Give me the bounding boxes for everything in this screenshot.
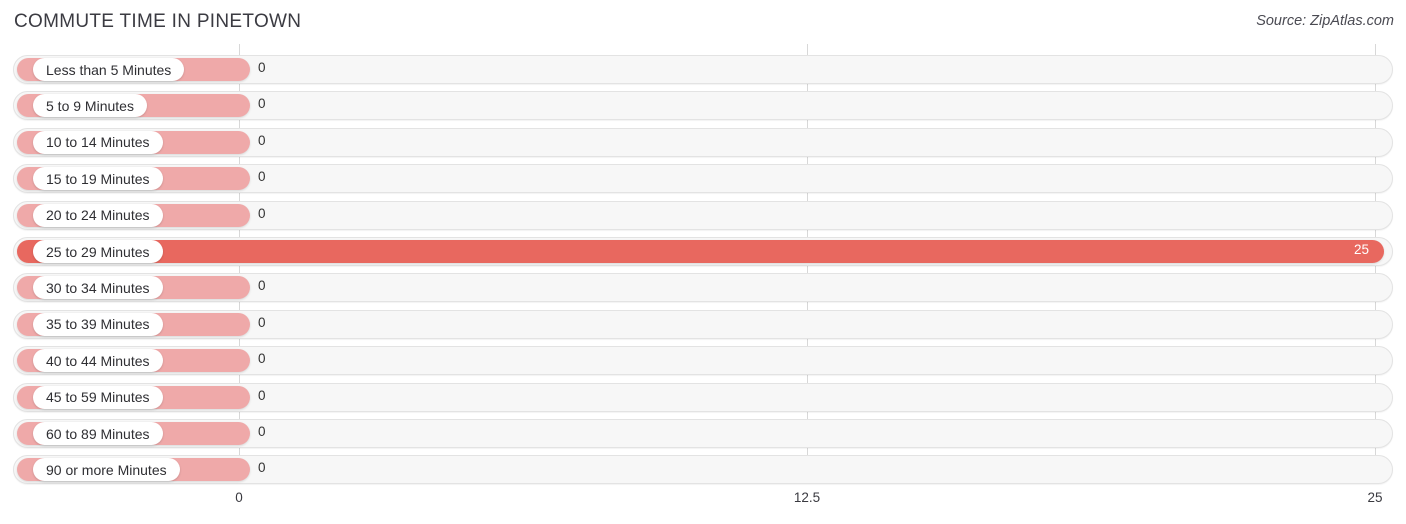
bar-row[interactable]: 90 or more Minutes 0 (13, 455, 1393, 485)
x-tick-label: 0 (235, 490, 243, 505)
bar-value-label: 0 (258, 387, 266, 403)
bar-category-label: 15 to 19 Minutes (33, 167, 163, 191)
bar-value-label: 0 (258, 132, 266, 148)
bar-category-label: 40 to 44 Minutes (33, 349, 163, 373)
bar-category-label: 35 to 39 Minutes (33, 312, 163, 336)
bar-value-label: 0 (258, 205, 266, 221)
bar-value-label: 0 (258, 278, 266, 294)
bar-value-label: 0 (258, 169, 266, 185)
bar-row[interactable]: 25 to 29 Minutes 25 (13, 237, 1393, 266)
bar-category-label-text: 90 or more Minutes (46, 461, 167, 478)
bar-row[interactable]: Less than 5 Minutes 0 (13, 55, 1393, 84)
bar-category-label: 60 to 89 Minutes (33, 422, 163, 445)
bar-category-label-text: 15 to 19 Minutes (46, 170, 150, 187)
chart-header: COMMUTE TIME IN PINETOWN Source: ZipAtla… (0, 0, 1406, 44)
bar-category-label-text: 25 to 29 Minutes (46, 243, 150, 260)
bar-category-label-text: 10 to 14 Minutes (46, 134, 150, 151)
bar-category-label-text: 20 to 24 Minutes (46, 207, 150, 224)
bar-category-label: 25 to 29 Minutes (33, 240, 163, 263)
bar-category-label-text: Less than 5 Minutes (46, 61, 172, 78)
bar-row[interactable]: 20 to 24 Minutes 0 (13, 200, 1393, 230)
bar-fill[interactable] (17, 240, 1384, 263)
x-axis: 0 12.5 25 (0, 484, 1406, 524)
source-attribution: Source: ZipAtlas.com (1256, 13, 1394, 29)
bar-row[interactable]: 30 to 34 Minutes 0 (13, 273, 1393, 303)
bar-value-label: 25 (1354, 242, 1370, 257)
bar-value-label: 0 (258, 460, 266, 476)
bar-row[interactable]: 60 to 89 Minutes 0 (13, 419, 1393, 448)
bar-row[interactable]: 15 to 19 Minutes 0 (13, 164, 1393, 194)
bar-row[interactable]: 45 to 59 Minutes 0 (13, 382, 1393, 412)
page-title: COMMUTE TIME IN PINETOWN (14, 11, 302, 32)
bar-value-label: 0 (258, 424, 266, 439)
bar-row[interactable]: 10 to 14 Minutes 0 (13, 127, 1393, 157)
bar-category-label-text: 40 to 44 Minutes (46, 352, 150, 369)
bar-category-label: 30 to 34 Minutes (33, 276, 163, 300)
bar-value-label: 0 (258, 314, 266, 330)
bar-category-label-text: 30 to 34 Minutes (46, 279, 150, 296)
bar-row[interactable]: 35 to 39 Minutes 0 (13, 309, 1393, 339)
bar-category-label: Less than 5 Minutes (33, 58, 185, 81)
bar-category-label: 90 or more Minutes (33, 458, 180, 482)
bar-value-label: 0 (258, 351, 266, 367)
bar-category-label: 10 to 14 Minutes (33, 130, 163, 154)
bar-category-label: 5 to 9 Minutes (33, 94, 147, 118)
bar-category-label-text: 5 to 9 Minutes (46, 97, 134, 114)
bar-row[interactable]: 5 to 9 Minutes 0 (13, 91, 1393, 121)
x-tick-label: 12.5 (793, 490, 821, 505)
bar-category-label-text: 45 to 59 Minutes (46, 389, 150, 406)
bar-value-label: 0 (258, 60, 266, 75)
bar-category-label: 20 to 24 Minutes (33, 203, 163, 227)
bar-value-label: 0 (258, 96, 266, 112)
bar-row[interactable]: 40 to 44 Minutes 0 (13, 346, 1393, 376)
plot-area: Less than 5 Minutes 0 5 to 9 Minutes 0 10 to… (0, 44, 1406, 485)
bar-category-label-text: 60 to 89 Minutes (46, 425, 150, 442)
bar-category-label-text: 35 to 39 Minutes (46, 316, 150, 333)
x-tick-label: 25 (1367, 490, 1383, 505)
bar-category-label: 45 to 59 Minutes (33, 385, 163, 409)
